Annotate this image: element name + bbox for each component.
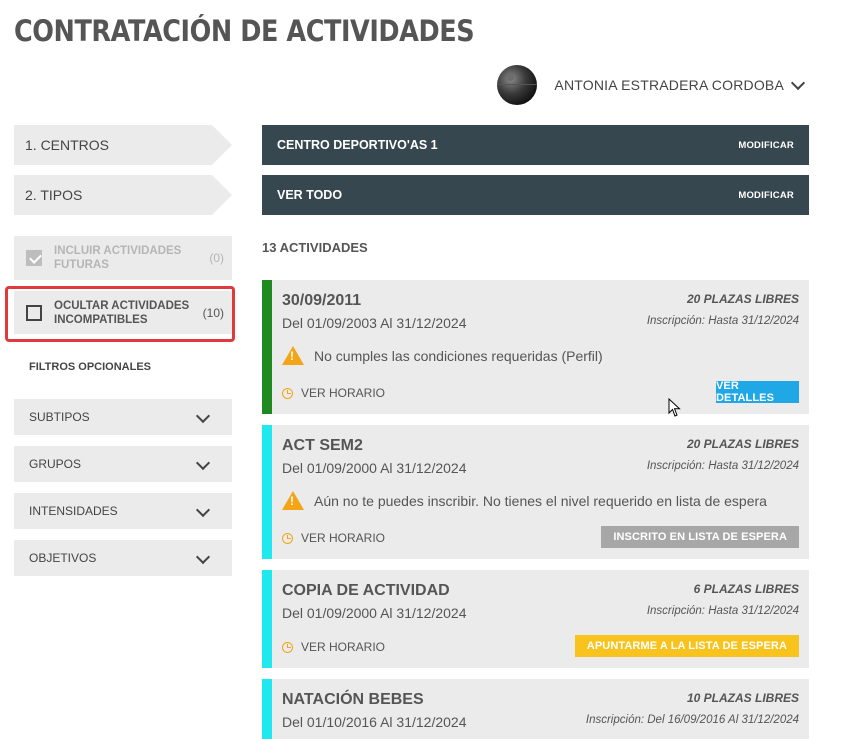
selected-type: VER TODO xyxy=(277,188,343,202)
activity-card: COPIA DE ACTIVIDAD Del 01/09/2000 Al 31/… xyxy=(262,570,809,668)
accordion-subtipos[interactable]: SUBTIPOS xyxy=(14,399,232,435)
mouse-cursor-icon xyxy=(668,398,681,417)
step-label: 2. TIPOS xyxy=(25,187,83,203)
activities-count: 13 ACTIVIDADES xyxy=(262,240,368,255)
filter-count: (10) xyxy=(202,305,224,320)
activity-dates: Del 01/09/2000 Al 31/12/2024 xyxy=(282,460,467,476)
step-label: 1. CENTROS xyxy=(25,137,110,153)
clock-icon xyxy=(282,641,293,653)
accordion-intensidades[interactable]: INTENSIDADES xyxy=(14,493,232,529)
ver-horario-link[interactable]: VER HORARIO xyxy=(282,640,385,654)
optional-filters-heading: FILTROS OPCIONALES xyxy=(29,361,152,373)
chevron-down-icon[interactable] xyxy=(195,549,211,565)
ver-horario-link[interactable]: VER HORARIO xyxy=(282,386,385,400)
chevron-down-icon[interactable] xyxy=(195,455,211,471)
activity-plazas: 20 PLAZAS LIBRES xyxy=(686,437,799,451)
user-name[interactable]: ANTONIA ESTRADERA CORDOBA xyxy=(554,77,784,93)
activity-card: 30/09/2011 Del 01/09/2003 Al 31/12/2024 … xyxy=(262,280,809,414)
activity-name: 30/09/2011 xyxy=(282,292,362,309)
activity-card: NATACIÓN BEBES Del 01/10/2016 Al 31/12/2… xyxy=(262,679,809,739)
horario-label[interactable]: VER HORARIO xyxy=(301,386,385,400)
activity-name: COPIA DE ACTIVIDAD xyxy=(282,582,450,599)
activity-inscripcion: Inscripción: Hasta 31/12/2024 xyxy=(646,315,799,327)
checkbox-checked-icon[interactable] xyxy=(26,250,42,266)
filter-label: OCULTAR ACTIVIDADES INCOMPATIBLES xyxy=(54,299,190,326)
chevron-down-icon[interactable] xyxy=(790,75,806,90)
activity-plazas: 20 PLAZAS LIBRES xyxy=(686,292,799,306)
user-menu[interactable]: ANTONIA ESTRADERA CORDOBA xyxy=(497,64,806,106)
warning-icon xyxy=(282,491,304,510)
selected-type-bar: VER TODO MODIFICAR xyxy=(262,175,809,215)
horario-label[interactable]: VER HORARIO xyxy=(301,531,385,545)
activity-dates: Del 01/09/2000 Al 31/12/2024 xyxy=(282,605,467,621)
activity-dates: Del 01/09/2003 Al 31/12/2024 xyxy=(282,315,467,331)
activity-inscripcion: Inscripción: Hasta 31/12/2024 xyxy=(646,605,799,617)
accordion-label: GRUPOS xyxy=(29,457,82,471)
filter-count: (0) xyxy=(209,251,224,265)
accordion-grupos[interactable]: GRUPOS xyxy=(14,446,232,482)
activity-inscripcion: Inscripción: Hasta 31/12/2024 xyxy=(646,460,799,472)
modify-center-button[interactable]: MODIFICAR xyxy=(738,140,794,151)
checkbox-icon[interactable] xyxy=(26,304,42,321)
activity-dates: Del 01/10/2016 Al 31/12/2024 xyxy=(282,714,467,730)
clock-icon xyxy=(282,532,293,544)
filter-label: INCLUIR ACTIVIDADES FUTURAS xyxy=(54,245,182,271)
activity-warning: No cumples las condiciones requeridas (P… xyxy=(282,346,603,365)
selected-center-bar: CENTRO DEPORTIVO'AS 1 MODIFICAR xyxy=(262,125,809,165)
horario-label[interactable]: VER HORARIO xyxy=(301,640,385,654)
avatar[interactable] xyxy=(497,65,538,105)
warning-text: No cumples las condiciones requeridas (P… xyxy=(314,347,603,364)
activity-name: NATACIÓN BEBES xyxy=(282,691,424,708)
activity-plazas: 6 PLAZAS LIBRES xyxy=(693,582,799,596)
chevron-down-icon[interactable] xyxy=(195,408,211,424)
accordion-label: OBJETIVOS xyxy=(29,551,97,565)
activity-plazas: 10 PLAZAS LIBRES xyxy=(686,691,799,705)
selected-center: CENTRO DEPORTIVO'AS 1 xyxy=(277,138,438,152)
step-tipos[interactable]: 2. TIPOS xyxy=(14,175,232,215)
accordion-label: INTENSIDADES xyxy=(29,504,118,518)
modify-type-button[interactable]: MODIFICAR xyxy=(738,190,794,201)
chevron-down-icon[interactable] xyxy=(195,502,211,518)
ver-detalles-button[interactable]: VER DETALLES xyxy=(716,380,799,404)
step-centros[interactable]: 1. CENTROS xyxy=(14,125,232,165)
ver-horario-link[interactable]: VER HORARIO xyxy=(282,531,385,545)
activity-card: ACT SEM2 Del 01/09/2000 Al 31/12/2024 20… xyxy=(262,425,809,559)
warning-icon xyxy=(282,346,304,365)
accordion-objetivos[interactable]: OBJETIVOS xyxy=(14,540,232,576)
filter-ocultar-incompatibles[interactable]: OCULTAR ACTIVIDADES INCOMPATIBLES (10) xyxy=(14,291,232,334)
filter-incluir-futuras[interactable]: INCLUIR ACTIVIDADES FUTURAS (0) xyxy=(14,236,232,280)
warning-text: Aún no te puedes inscribir. No tienes el… xyxy=(314,492,767,509)
clock-icon xyxy=(282,387,293,399)
inscrito-lista-espera-button[interactable]: INSCRITO EN LISTA DE ESPERA xyxy=(601,526,799,548)
apuntarme-lista-espera-button[interactable]: APUNTARME A LA LISTA DE ESPERA xyxy=(574,635,799,657)
activity-name: ACT SEM2 xyxy=(282,437,363,454)
accordion-label: SUBTIPOS xyxy=(29,410,90,424)
activity-warning: Aún no te puedes inscribir. No tienes el… xyxy=(282,491,767,510)
page-title: CONTRATACIÓN DE ACTIVIDADES xyxy=(14,14,475,48)
activity-inscripcion: Inscripción: Del 16/09/2016 Al 31/12/202… xyxy=(585,714,799,726)
